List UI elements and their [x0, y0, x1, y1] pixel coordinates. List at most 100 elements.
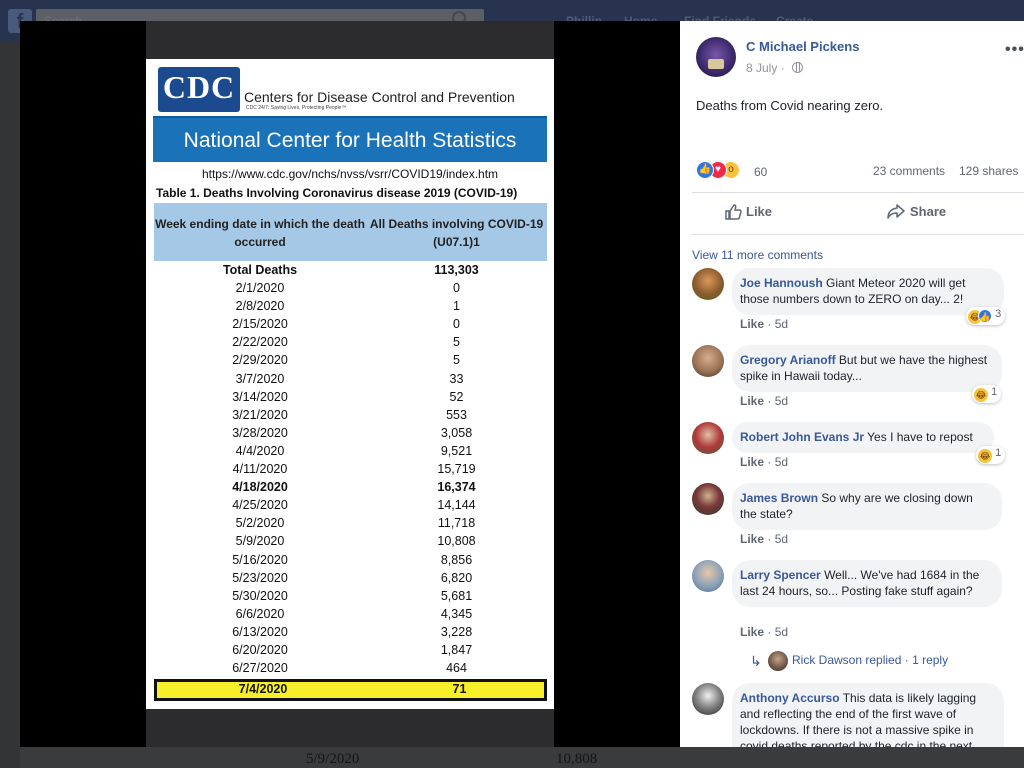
view-more-comments-link[interactable]: View 11 more comments: [692, 248, 823, 262]
more-options-icon[interactable]: •••: [1005, 41, 1024, 59]
comment-time[interactable]: 5d: [775, 625, 788, 639]
commenter-avatar[interactable]: [692, 483, 724, 515]
comment-reactions[interactable]: 😂👍 3: [966, 307, 1006, 325]
share-button[interactable]: Share: [887, 204, 946, 219]
cell-date: 6/13/2020: [232, 624, 288, 639]
like-button[interactable]: Like: [725, 204, 772, 220]
post-actions: Like Share: [692, 192, 1024, 235]
table-row: 3/14/2020 52: [154, 388, 547, 406]
commenter-name[interactable]: James Brown: [740, 491, 818, 505]
background-date-text: 5/9/2020: [306, 751, 360, 767]
commenter-name[interactable]: Larry Spencer: [740, 568, 821, 582]
cell-date: 5/9/2020: [235, 534, 285, 549]
org-name: Centers for Disease Control and Preventi…: [244, 89, 515, 105]
comment-bubble: Larry Spencer Well... We've had 1684 in …: [732, 560, 1002, 607]
share-count[interactable]: 129 shares: [959, 164, 1018, 178]
cell-deaths: 1: [453, 299, 460, 314]
commenter-avatar[interactable]: [692, 422, 724, 454]
comment-time[interactable]: 5d: [775, 317, 788, 331]
comment-like-link[interactable]: Like: [740, 394, 764, 408]
table-row: 5/9/2020 10,808: [154, 532, 547, 550]
table-row: 6/20/2020 1,847: [154, 641, 547, 659]
cell-deaths: 0: [453, 281, 460, 296]
comment-time[interactable]: 5d: [775, 455, 788, 469]
comment-bubble: Gregory Arianoff But but we have the hig…: [732, 345, 1002, 392]
reply-count: replied · 1 reply: [865, 653, 949, 667]
commenter-name[interactable]: Gregory Arianoff: [740, 353, 836, 367]
cell-date: 3/7/2020: [235, 371, 285, 386]
commenter-name[interactable]: Robert John Evans Jr: [740, 430, 864, 444]
comment-count[interactable]: 23 comments: [873, 164, 945, 178]
table-row: 4/25/2020 14,144: [154, 496, 547, 514]
table-row: 6/6/2020 4,345: [154, 605, 547, 623]
comment-time[interactable]: 5d: [775, 532, 788, 546]
cell-date: Total Deaths: [222, 263, 298, 277]
source-url: https://www.cdc.gov/nchs/nvss/vsrr/COVID…: [201, 167, 499, 181]
comment-like-link[interactable]: Like: [740, 532, 764, 546]
reaction-count[interactable]: 60: [754, 165, 767, 179]
column-header-date: Week ending date in which the death occu…: [155, 217, 365, 249]
table-row: 5/2/2020 11,718: [154, 514, 547, 532]
cell-deaths: 464: [446, 661, 467, 676]
like-reaction-icon: 👍: [696, 161, 714, 179]
commenter-avatar[interactable]: [692, 345, 724, 377]
background-value-text: 10,808: [556, 751, 598, 767]
thumbs-up-icon: [725, 204, 742, 220]
comment-reactions[interactable]: 😂 1: [972, 385, 1002, 403]
like-reaction-icon: 👍: [978, 309, 992, 323]
cell-deaths: 5,681: [440, 588, 473, 603]
table-row: 3/28/2020 3,058: [154, 424, 547, 442]
cell-deaths: 10,808: [437, 534, 476, 549]
table-row: 5/16/2020 8,856: [154, 551, 547, 569]
commenter-avatar[interactable]: [692, 560, 724, 592]
org-tagline: CDC 24/7: Saving Lives, Protecting Peopl…: [246, 105, 347, 111]
commenter-name[interactable]: Anthony Accurso: [740, 691, 840, 705]
comment-text: Yes I have to repost: [867, 430, 973, 444]
post-text: Deaths from Covid nearing zero.: [696, 98, 884, 113]
comment-time[interactable]: 5d: [775, 394, 788, 408]
author-avatar[interactable]: [696, 37, 736, 77]
cell-deaths: 16,374: [437, 480, 476, 495]
cell-deaths: 71: [452, 682, 467, 697]
comment-reactions[interactable]: 😂 1: [976, 446, 1006, 464]
comment-like-link[interactable]: Like: [740, 625, 764, 639]
cell-date: 4/25/2020: [232, 498, 288, 513]
share-arrow-icon: [887, 204, 905, 219]
cdc-logo: CDC: [158, 67, 240, 112]
commenter-avatar[interactable]: [692, 268, 724, 300]
cell-date: 2/15/2020: [232, 317, 288, 332]
cell-deaths: 4,345: [440, 606, 473, 621]
reply-arrow-icon: ↳: [750, 653, 762, 669]
commenter-avatar[interactable]: [692, 683, 724, 715]
background-sidebar: [0, 42, 20, 768]
table-row: 5/23/2020 6,820: [154, 569, 547, 587]
cell-deaths: 3,228: [440, 624, 473, 639]
table-row: 2/15/2020 0: [154, 315, 547, 333]
comment-actions: Like · 5d: [740, 625, 789, 639]
post-author[interactable]: C Michael Pickens: [746, 39, 859, 54]
post-meta: 8 July ·: [746, 61, 804, 75]
cell-date: 5/30/2020: [232, 588, 288, 603]
cell-deaths: 113,303: [434, 263, 479, 277]
post-date[interactable]: 8 July: [746, 61, 777, 75]
comment-like-link[interactable]: Like: [740, 317, 764, 331]
commenter-name[interactable]: Joe Hannoush: [740, 276, 823, 290]
cell-date: 3/14/2020: [232, 389, 288, 404]
cell-date: 3/21/2020: [232, 407, 288, 422]
table-header: Week ending date in which the death occu…: [154, 203, 547, 261]
cell-deaths: 52: [449, 389, 464, 404]
replier-name: Rick Dawson: [792, 653, 863, 667]
cell-date: 6/6/2020: [235, 606, 285, 621]
cell-date: 2/22/2020: [232, 335, 288, 350]
comment-actions: Like · 5d: [740, 317, 789, 331]
table-row: 2/22/2020 5: [154, 333, 547, 351]
comment-bubble: Anthony Accurso This data is likely lagg…: [732, 683, 1004, 747]
comment-actions: Like · 5d: [740, 455, 789, 469]
cell-deaths: 15,719: [437, 462, 476, 477]
replier-avatar: [768, 651, 788, 671]
photo-theater[interactable]: CDC Centers for Disease Control and Prev…: [20, 21, 680, 747]
comment-bubble: Joe Hannoush Giant Meteor 2020 will get …: [732, 268, 1004, 315]
table-row: 6/13/2020 3,228: [154, 623, 547, 641]
comment-like-link[interactable]: Like: [740, 455, 764, 469]
table-row: 4/18/2020 16,374: [154, 478, 547, 496]
